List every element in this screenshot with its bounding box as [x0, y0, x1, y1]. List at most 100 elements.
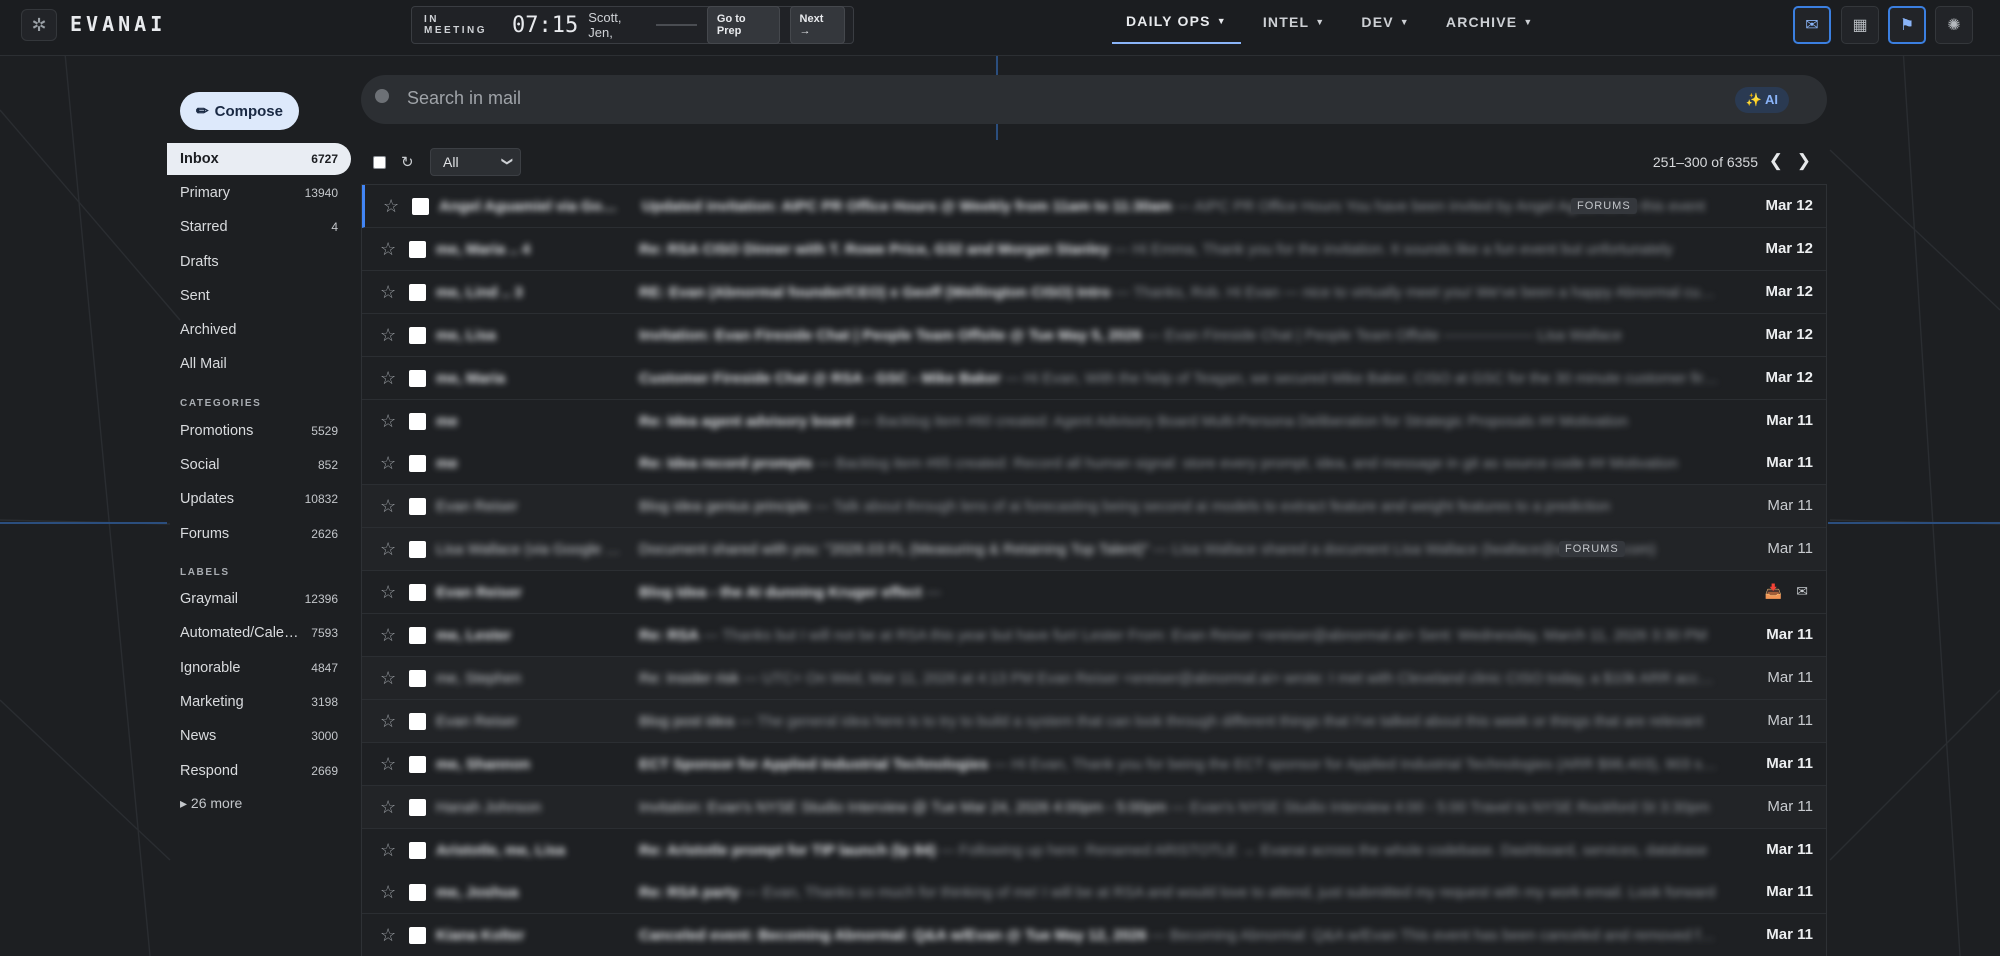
- sidebar-item-respond[interactable]: Respond 2669: [167, 755, 351, 787]
- row-checkbox[interactable]: [409, 627, 426, 644]
- row-checkbox[interactable]: [409, 412, 426, 430]
- sidebar-item-promotions[interactable]: Promotions 5529: [167, 415, 351, 447]
- sidebar-item-primary[interactable]: Primary 13940: [167, 177, 351, 209]
- calendar-icon[interactable]: ▦: [1841, 6, 1879, 44]
- sidebar-item-forums[interactable]: Forums 2626: [167, 518, 351, 550]
- mail-row[interactable]: ☆ me, Lisa Invitation: Evan Fireside Chat …: [362, 313, 1826, 357]
- mail-row[interactable]: ☆ me, Joshua Re: RSA party — Evan, Thanks …: [362, 871, 1826, 915]
- sidebar-item-ignorable[interactable]: Ignorable 4847: [167, 652, 351, 684]
- sidebar-item-all-mail[interactable]: All Mail: [167, 348, 351, 380]
- row-checkbox[interactable]: [409, 884, 426, 902]
- mail-row[interactable]: ☆ me Re: Idea agent advisory board — Backl…: [362, 399, 1826, 443]
- mail-snippet: Backlog item #65 created: Record all hum…: [835, 455, 1678, 473]
- search-input[interactable]: Search in mail: [407, 88, 521, 109]
- go-to-prep-button[interactable]: Go to Prep: [706, 6, 780, 44]
- mail-row[interactable]: ☆ Evan Reiser Blog idea genius principle —…: [362, 485, 1826, 529]
- star-icon[interactable]: ☆: [380, 840, 396, 861]
- sidebar-item-social[interactable]: Social 852: [167, 449, 351, 481]
- row-checkbox[interactable]: [409, 240, 426, 258]
- sidebar-item-graymail[interactable]: Graymail 12396: [167, 583, 351, 615]
- star-icon[interactable]: ☆: [380, 411, 396, 432]
- mail-row[interactable]: ☆ me, Lester Re: RSA — Thanks but I will n…: [362, 614, 1826, 657]
- sidebar-item-updates[interactable]: Updates 10832: [167, 483, 351, 515]
- star-icon[interactable]: ☆: [380, 754, 396, 775]
- sidebar-item-label: Primary: [180, 185, 230, 202]
- mail-row[interactable]: ☆ me, Shannon ECT Sponsor for Applied Indu…: [362, 742, 1826, 786]
- mail-icon[interactable]: ✉: [1793, 6, 1831, 44]
- sidebar-item-archived[interactable]: Archived: [167, 314, 351, 346]
- star-icon[interactable]: ☆: [380, 239, 396, 260]
- row-checkbox[interactable]: [409, 798, 426, 816]
- row-checkbox[interactable]: [409, 541, 426, 559]
- star-icon[interactable]: ☆: [380, 711, 396, 732]
- mail-row[interactable]: ☆ Angel Aguamiel via Google Calendar Updat…: [362, 185, 1826, 228]
- sidebar-item-marketing[interactable]: Marketing 3198: [167, 686, 351, 718]
- mail-row[interactable]: ☆ Evan Reiser Blog Idea - the AI dunning K…: [362, 571, 1826, 615]
- sidebar-item-sent[interactable]: Sent: [167, 280, 351, 312]
- sidebar-item-starred[interactable]: Starred 4: [167, 211, 351, 243]
- sidebar-item-inbox[interactable]: Inbox 6727: [167, 143, 351, 175]
- flag-icon[interactable]: ⚑: [1888, 6, 1926, 44]
- select-all-checkbox[interactable]: [373, 156, 386, 169]
- mail-snippet: The general idea here is to try to build…: [757, 712, 1703, 730]
- star-icon[interactable]: ☆: [380, 282, 396, 303]
- mail-row[interactable]: ☆ me, Maria Customer Fireside Chat @ RSA -…: [362, 356, 1826, 400]
- row-checkbox[interactable]: [409, 283, 426, 301]
- bug-icon[interactable]: ✺: [1935, 6, 1973, 44]
- star-icon[interactable]: ☆: [380, 925, 396, 946]
- star-icon[interactable]: ☆: [380, 539, 396, 560]
- compose-button[interactable]: ✏ Compose: [180, 92, 299, 130]
- row-checkbox[interactable]: [409, 841, 426, 859]
- row-checkbox[interactable]: [409, 369, 426, 387]
- archive-icon[interactable]: 📥: [1765, 583, 1782, 600]
- next-meeting-button[interactable]: Next →: [789, 6, 845, 44]
- star-icon[interactable]: ☆: [380, 496, 396, 517]
- nav-dev[interactable]: DEV ▼: [1347, 0, 1424, 44]
- star-icon[interactable]: ☆: [380, 453, 396, 474]
- row-checkbox[interactable]: [409, 755, 426, 773]
- nav-archive[interactable]: ARCHIVE ▼: [1432, 0, 1548, 44]
- sidebar-item-automated-calendar[interactable]: Automated/Calendar 7593: [167, 617, 351, 649]
- star-icon[interactable]: ☆: [380, 668, 396, 689]
- mail-subject: Re: Insider risk: [639, 669, 740, 687]
- app-menu-icon[interactable]: ✲: [21, 9, 57, 41]
- filter-select[interactable]: All ❯: [430, 148, 521, 176]
- mail-row[interactable]: ☆ Kiana Kolter Canceled event: Becoming Ab…: [362, 914, 1826, 956]
- mail-row[interactable]: ☆ me Re: Idea record prompts — Backlog ite…: [362, 442, 1826, 486]
- mail-row[interactable]: ☆ Hanah Johnson Invitation: Evan's NYSE St…: [362, 785, 1826, 829]
- refresh-icon[interactable]: ↻: [401, 153, 414, 171]
- mail-row[interactable]: ☆ Lisa Wallace (via Google Docs) Document …: [362, 528, 1826, 572]
- row-checkbox[interactable]: [409, 669, 426, 687]
- sidebar-item-drafts[interactable]: Drafts: [167, 246, 351, 278]
- prev-page-button[interactable]: ❮: [1769, 151, 1783, 171]
- nav-daily-ops[interactable]: DAILY OPS ▼: [1112, 0, 1241, 44]
- sidebar-item-news[interactable]: News 3000: [167, 720, 351, 752]
- mail-row[interactable]: ☆ me, Lind .. 3 RE: Evan (Abnormal founder…: [362, 270, 1826, 314]
- row-checkbox[interactable]: [409, 584, 426, 602]
- star-icon[interactable]: ☆: [380, 325, 396, 346]
- more-labels-link[interactable]: ▸ 26 more: [180, 795, 242, 812]
- mail-row[interactable]: ☆ Evan Reiser Blog post idea — The general…: [362, 699, 1826, 743]
- star-icon[interactable]: ☆: [380, 797, 396, 818]
- search-bar[interactable]: Search in mail ✨ AI: [361, 75, 1827, 124]
- separator: —: [1171, 198, 1195, 215]
- next-page-button[interactable]: ❯: [1797, 151, 1811, 171]
- row-checkbox[interactable]: [409, 712, 426, 730]
- row-checkbox[interactable]: [412, 198, 429, 215]
- star-icon[interactable]: ☆: [380, 882, 396, 903]
- star-icon[interactable]: ☆: [380, 582, 396, 603]
- row-checkbox[interactable]: [409, 455, 426, 473]
- nav-intel[interactable]: INTEL ▼: [1249, 0, 1340, 44]
- mail-row[interactable]: ☆ me, Maria .. 4 Re: RSA CISO Dinner with …: [362, 227, 1826, 271]
- row-checkbox[interactable]: [409, 326, 426, 344]
- star-icon[interactable]: ☆: [383, 196, 399, 217]
- row-checkbox[interactable]: [409, 498, 426, 516]
- star-icon[interactable]: ☆: [380, 368, 396, 389]
- row-checkbox[interactable]: [409, 927, 426, 945]
- star-icon[interactable]: ☆: [380, 625, 396, 646]
- mail-row[interactable]: ☆ Aristotle, me, Lisa Re: Aristotle prompt…: [362, 828, 1826, 872]
- ai-search-button[interactable]: ✨ AI: [1734, 87, 1789, 113]
- mail-row[interactable]: ☆ me, Stephen Re: Insider risk — UTC+ On W…: [362, 656, 1826, 700]
- mark-read-icon[interactable]: ✉: [1796, 583, 1808, 600]
- mail-subject: Re: RSA CISO Dinner with T. Rowe Price, …: [639, 240, 1110, 258]
